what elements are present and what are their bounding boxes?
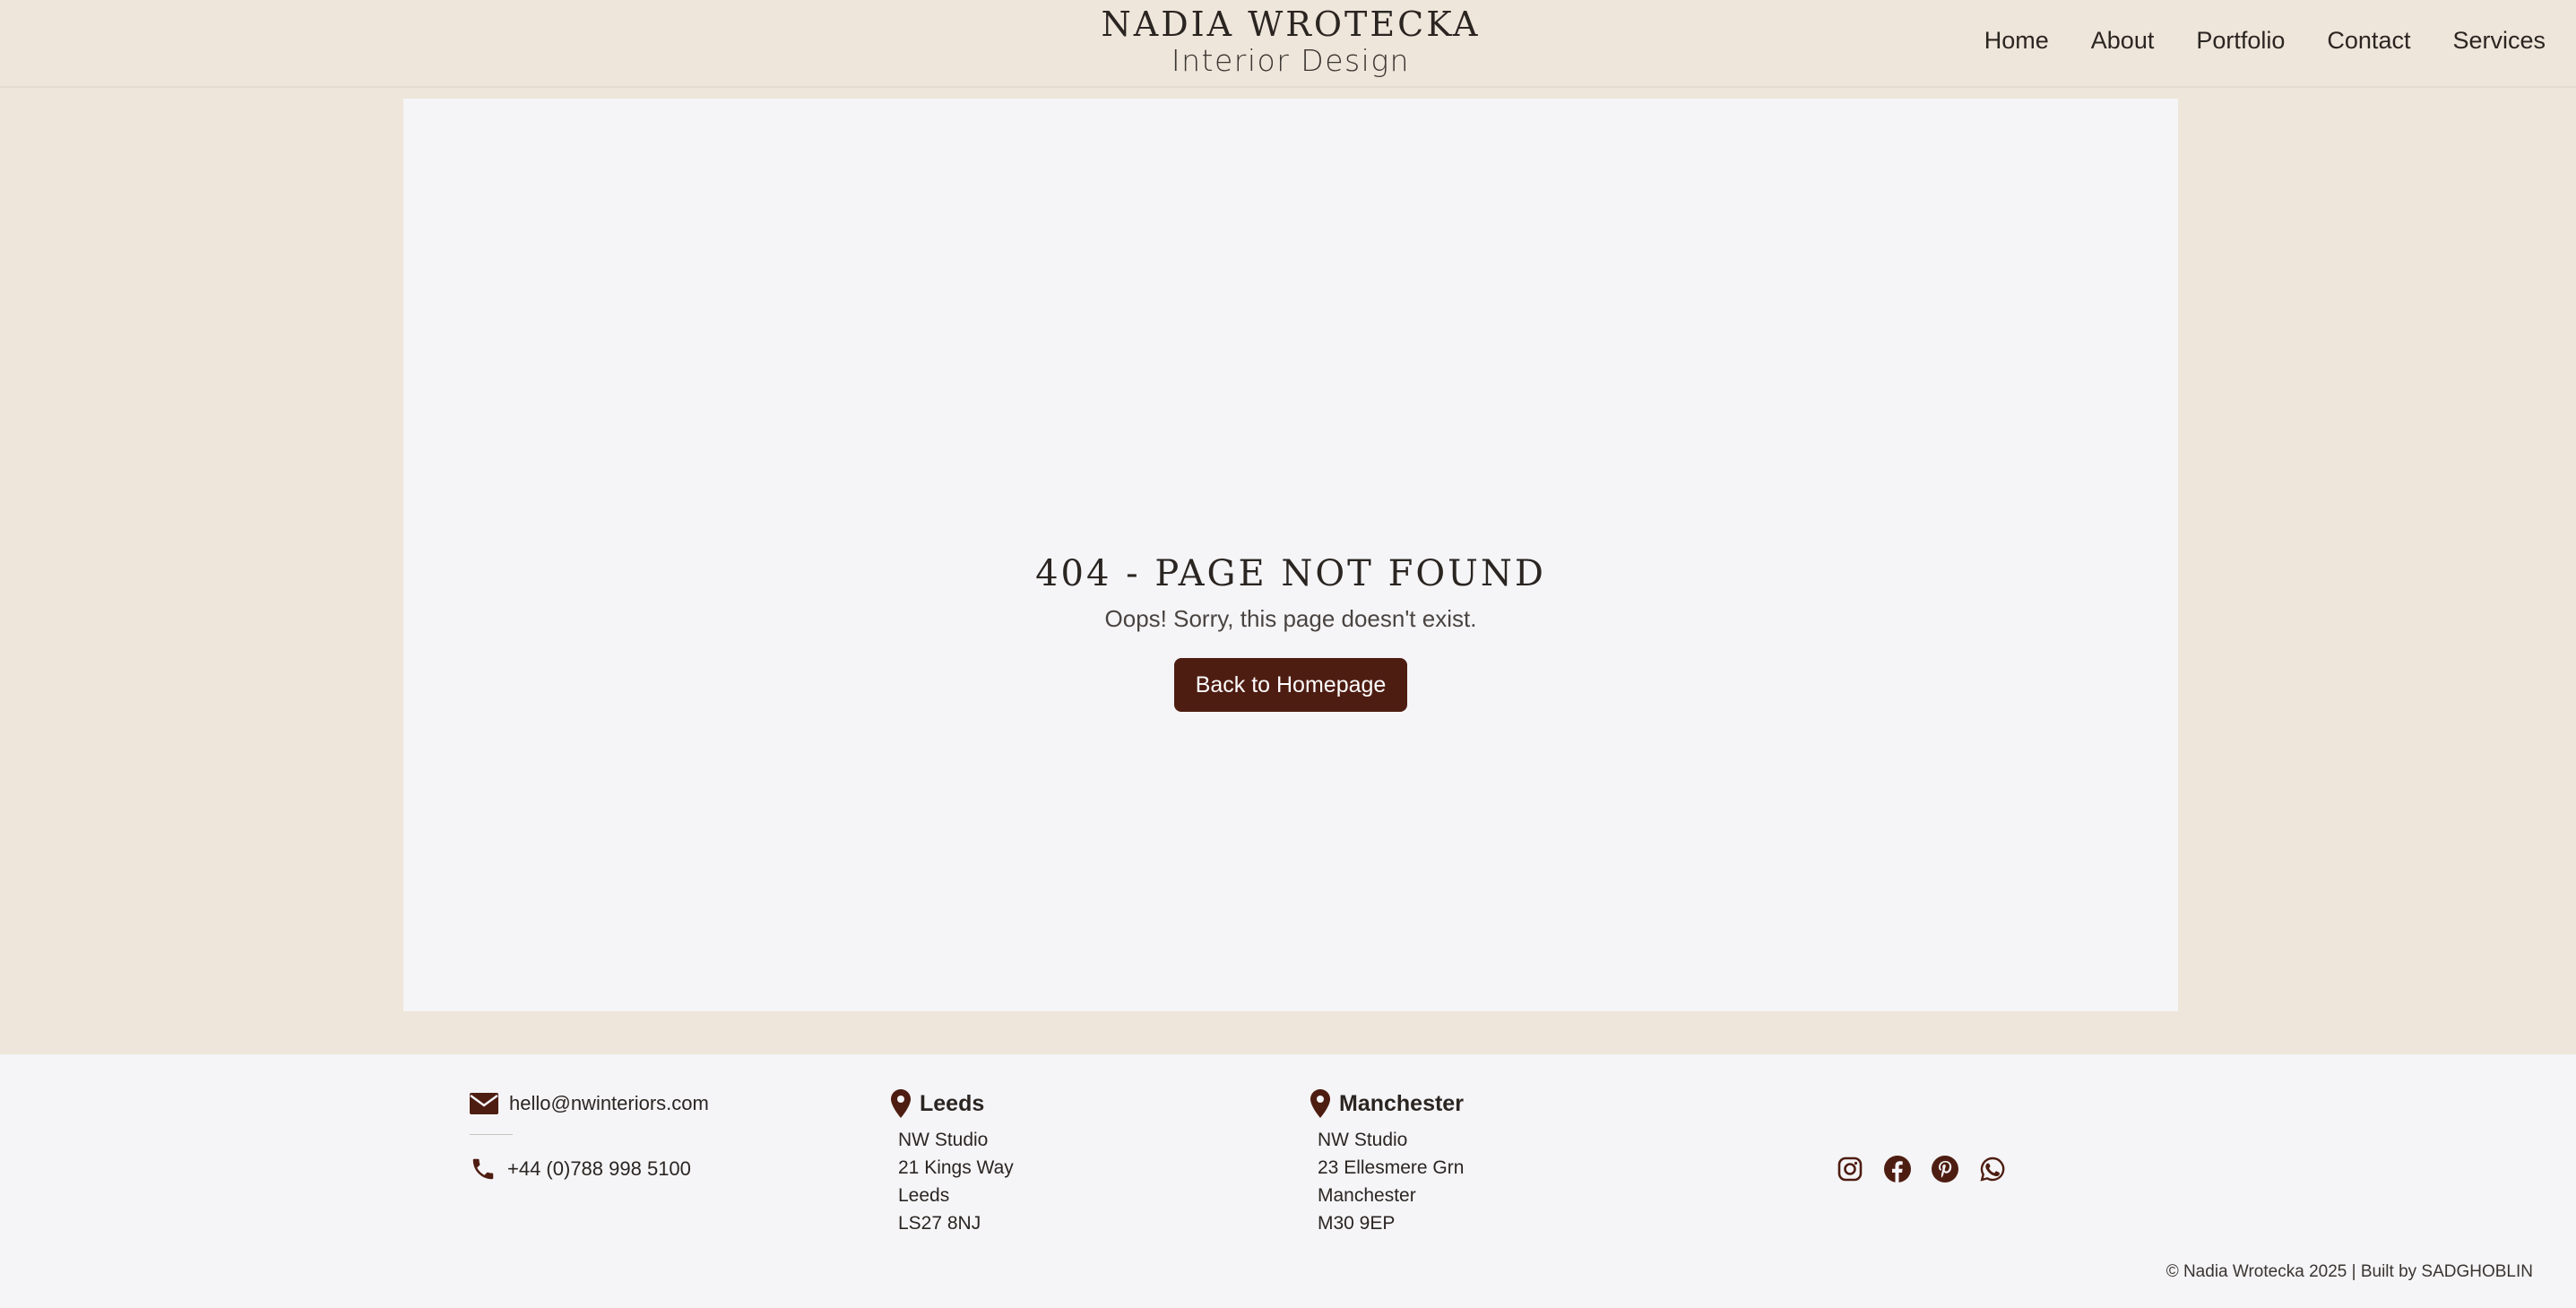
address-line: LS27 8NJ <box>898 1213 981 1234</box>
back-to-homepage-button[interactable]: Back to Homepage <box>1173 658 1408 712</box>
address-line: Leeds <box>898 1185 950 1206</box>
location-leeds: Leeds NW Studio 21 Kings Way Leeds LS27 … <box>891 1088 1178 1237</box>
nav-services[interactable]: Services <box>2452 24 2546 56</box>
error-content: 404 - PAGE NOT FOUND Oops! Sorry, this p… <box>403 547 2178 712</box>
brand-logo[interactable]: NADIA WROTECKA Interior Design <box>968 4 1613 77</box>
pinterest-link[interactable] <box>1931 1155 1959 1183</box>
location-title: Leeds <box>920 1090 985 1116</box>
facebook-link[interactable] <box>1883 1155 1912 1183</box>
whatsapp-icon <box>1980 1156 2005 1182</box>
contact-info: hello@nwinteriors.com +44 (0)788 998 510… <box>470 1088 739 1184</box>
instagram-link[interactable] <box>1836 1155 1864 1183</box>
email-text: hello@nwinteriors.com <box>509 1092 709 1114</box>
envelope-icon <box>470 1093 498 1114</box>
copyright-text: © Nadia Wrotecka 2025 | Built by SADGHOB… <box>2165 1262 2533 1281</box>
location-address: NW Studio 21 Kings Way Leeds LS27 8NJ <box>898 1126 1178 1237</box>
social-links <box>1836 1155 2007 1183</box>
location-manchester: Manchester NW Studio 23 Ellesmere Grn Ma… <box>1310 1088 1597 1237</box>
phone-link[interactable]: +44 (0)788 998 5100 <box>470 1154 739 1184</box>
location-address: NW Studio 23 Ellesmere Grn Manchester M3… <box>1318 1126 1597 1237</box>
location-heading: Leeds <box>891 1088 1178 1119</box>
address-line: NW Studio <box>898 1130 989 1150</box>
email-link[interactable]: hello@nwinteriors.com <box>470 1088 739 1119</box>
location-title: Manchester <box>1339 1090 1464 1116</box>
pinterest-icon <box>1932 1156 1958 1182</box>
location-heading: Manchester <box>1310 1088 1597 1119</box>
nav-contact[interactable]: Contact <box>2327 24 2410 56</box>
contact-divider <box>470 1134 513 1135</box>
address-line: 21 Kings Way <box>898 1157 1014 1178</box>
phone-text: +44 (0)788 998 5100 <box>507 1157 691 1180</box>
facebook-icon <box>1884 1156 1911 1182</box>
site-footer: hello@nwinteriors.com +44 (0)788 998 510… <box>0 1054 2576 1308</box>
address-line: Manchester <box>1318 1185 1416 1206</box>
error-card: 404 - PAGE NOT FOUND Oops! Sorry, this p… <box>403 99 2178 1011</box>
brand-name: NADIA WROTECKA <box>1101 4 1481 44</box>
address-line: M30 9EP <box>1318 1213 1396 1234</box>
error-title: 404 - PAGE NOT FOUND <box>1035 553 1546 594</box>
address-line: NW Studio <box>1318 1130 1408 1150</box>
map-pin-icon <box>1310 1089 1330 1118</box>
brand-subtitle: Interior Design <box>1171 43 1411 78</box>
instagram-icon <box>1837 1156 1863 1182</box>
address-line: 23 Ellesmere Grn <box>1318 1157 1465 1178</box>
phone-icon <box>472 1158 494 1180</box>
site-header: NADIA WROTECKA Interior Design Home Abou… <box>0 0 2576 88</box>
main-nav: Home About Portfolio Contact Services <box>1942 24 2546 56</box>
nav-about[interactable]: About <box>2091 24 2155 56</box>
whatsapp-link[interactable] <box>1978 1155 2007 1183</box>
error-message: Oops! Sorry, this page doesn't exist. <box>1104 605 1477 632</box>
nav-portfolio[interactable]: Portfolio <box>2196 24 2285 56</box>
map-pin-icon <box>891 1089 911 1118</box>
nav-home[interactable]: Home <box>1984 24 2049 56</box>
